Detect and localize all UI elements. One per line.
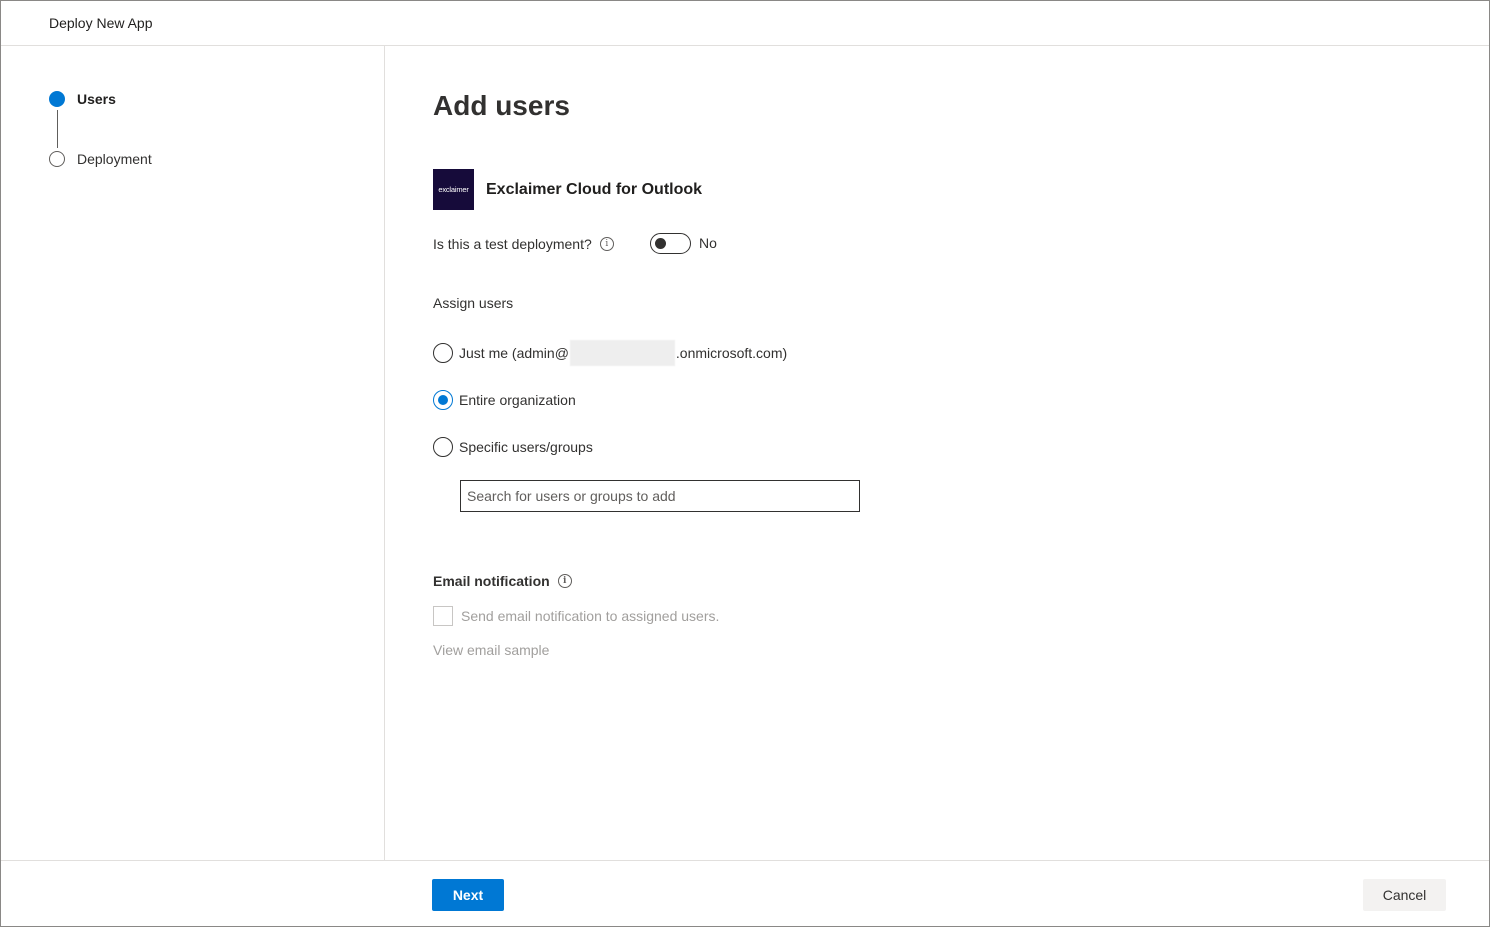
app-logo: exclaimer: [433, 169, 474, 210]
toggle-knob: [655, 238, 666, 249]
page-title: Add users: [433, 90, 570, 121]
step-users[interactable]: Users: [49, 91, 116, 107]
email-notification-text: Email notification: [433, 573, 550, 589]
cancel-button[interactable]: Cancel: [1363, 879, 1446, 911]
steps-sidebar: Users Deployment: [1, 46, 385, 860]
email-notification-checkbox[interactable]: [433, 606, 453, 626]
radio-button-checked[interactable]: [433, 390, 453, 410]
test-deployment-text: Is this a test deployment?: [433, 236, 592, 252]
dialog-title: Deploy New App: [49, 15, 153, 31]
step-deployment-label: Deployment: [77, 151, 152, 167]
redacted-domain: [569, 340, 675, 366]
email-notification-label: Email notification i: [433, 573, 572, 589]
radio-just-me[interactable]: Just me (admin@ .onmicrosoft.com): [433, 340, 787, 366]
radio-entire-organization-label: Entire organization: [459, 392, 576, 408]
radio-button[interactable]: [433, 343, 453, 363]
deploy-dialog: Deploy New App Users Deployment Add user…: [0, 0, 1490, 927]
view-email-sample-link[interactable]: View email sample: [433, 642, 549, 658]
next-button[interactable]: Next: [432, 879, 504, 911]
step-deployment[interactable]: Deployment: [49, 151, 152, 167]
toggle-state-text: No: [699, 235, 717, 251]
email-notification-checkbox-label: Send email notification to assigned user…: [461, 608, 720, 624]
test-deployment-toggle[interactable]: [650, 233, 691, 254]
radio-entire-organization[interactable]: Entire organization: [433, 390, 576, 410]
main-content: Add users exclaimer Exclaimer Cloud for …: [386, 46, 1489, 860]
search-users-input[interactable]: [460, 480, 860, 512]
dialog-header: Deploy New App: [1, 1, 1489, 46]
radio-button[interactable]: [433, 437, 453, 457]
radio-just-me-label: Just me (admin@ .onmicrosoft.com): [459, 340, 787, 366]
assign-users-label: Assign users: [433, 295, 514, 311]
just-me-suffix: .onmicrosoft.com): [675, 345, 788, 361]
app-name: Exclaimer Cloud for Outlook: [486, 181, 703, 198]
step-active-dot-icon: [49, 91, 65, 107]
step-users-label: Users: [77, 91, 116, 107]
email-notification-checkbox-row[interactable]: Send email notification to assigned user…: [433, 606, 719, 626]
info-icon[interactable]: i: [557, 574, 572, 588]
step-inactive-dot-icon: [49, 151, 65, 167]
radio-specific-users-label: Specific users/groups: [459, 439, 593, 455]
radio-specific-users[interactable]: Specific users/groups: [433, 437, 593, 457]
dialog-footer: Next Cancel: [1, 860, 1489, 926]
just-me-prefix: Just me (admin@: [459, 345, 569, 361]
info-icon[interactable]: i: [599, 237, 614, 251]
step-connector: [57, 110, 58, 148]
test-deployment-label: Is this a test deployment? i: [433, 236, 614, 252]
